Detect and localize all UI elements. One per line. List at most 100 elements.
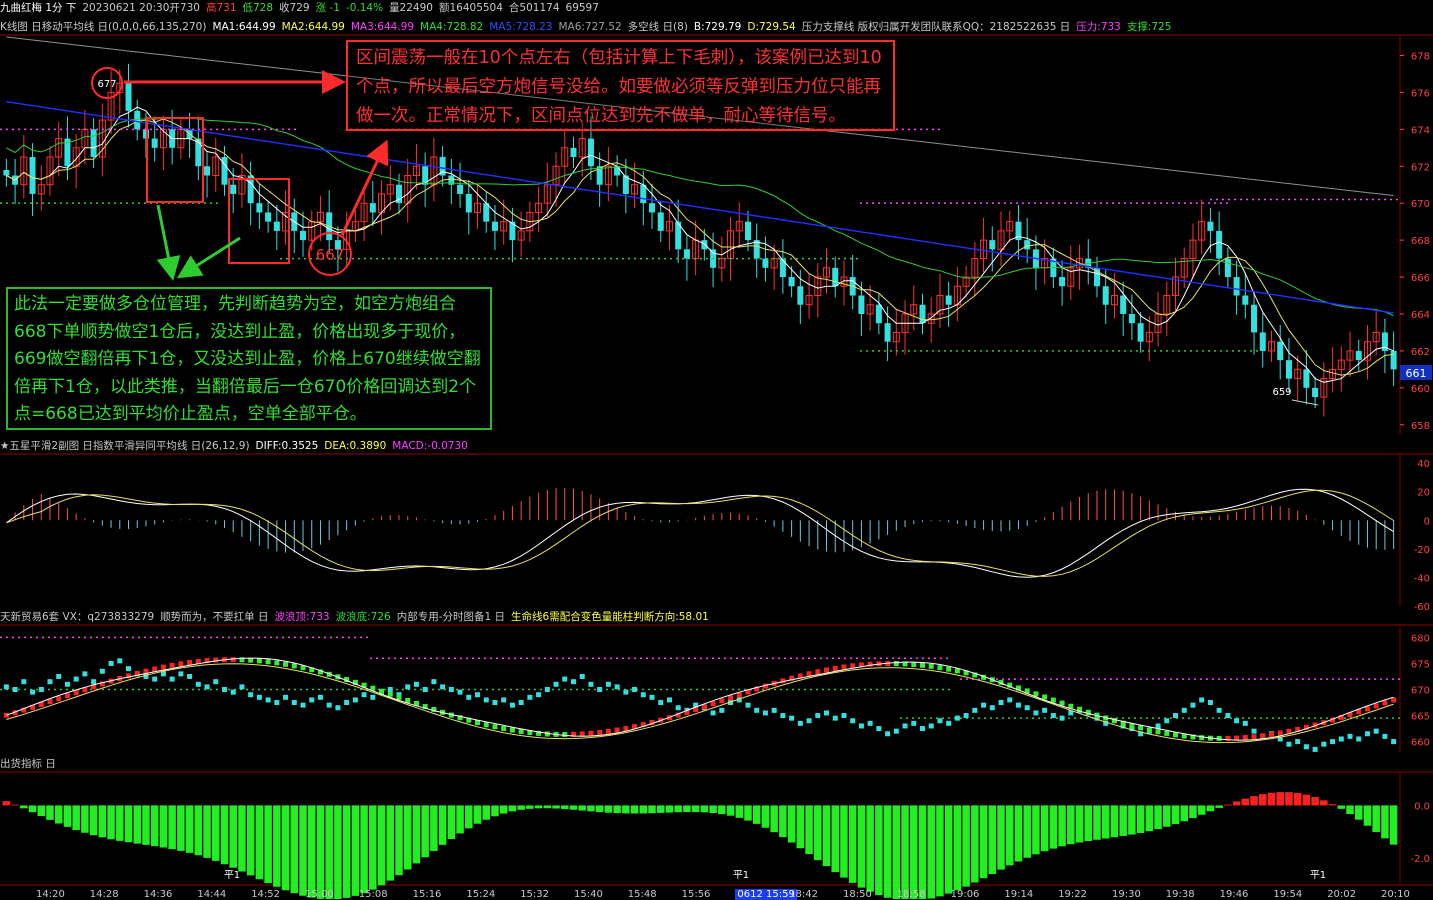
wave-dot: [937, 665, 943, 671]
wave-dot-cyan: [597, 687, 603, 692]
wave-dot: [1199, 735, 1205, 741]
wave-dot: [1173, 732, 1179, 738]
candle-body: [134, 110, 141, 130]
macd-axis-label: -20: [1414, 545, 1430, 556]
candle-body: [701, 240, 708, 250]
wave-dot-cyan: [562, 676, 568, 682]
candle-body: [1059, 277, 1066, 287]
candle-body: [491, 221, 498, 231]
wave-dot-cyan: [457, 689, 463, 695]
wave-dot: [597, 729, 603, 735]
wave-dot-cyan: [126, 666, 132, 672]
wave-dot-cyan: [413, 681, 419, 687]
wave-axis-label: 680: [1411, 633, 1430, 644]
ma-line-green: [6, 117, 1394, 317]
wave-dot: [291, 663, 297, 669]
ping-label-0: 平1: [224, 870, 240, 881]
wave-dot: [3, 712, 9, 718]
time-tick-22: 19:46: [1219, 889, 1249, 900]
time-tick-11: 15:48: [627, 889, 657, 900]
price-axis-label: 676: [1411, 88, 1430, 99]
candle-body: [3, 169, 10, 176]
wave-dot-cyan: [1216, 707, 1222, 713]
time-tick-15: 18:50: [843, 889, 872, 900]
macd-diff-line: [6, 488, 1394, 578]
candle-body: [1355, 350, 1362, 361]
wave-dot-cyan: [1164, 718, 1170, 724]
time-tick-20: 19:30: [1112, 889, 1141, 900]
wave-indicator-field-4: 内部专用-分时图备1 日: [396, 611, 506, 623]
wave-dot-cyan: [762, 710, 768, 716]
wave-axis-label: 670: [1411, 686, 1430, 697]
green-arrow-down: [156, 204, 181, 281]
wave-dot-cyan: [3, 684, 9, 690]
wave-axis-label: 665: [1411, 712, 1430, 723]
wave-dot-cyan: [309, 697, 315, 703]
candle-body: [1137, 323, 1144, 342]
time-tick-23: 19:54: [1273, 889, 1303, 900]
wave-dot-cyan: [632, 687, 638, 692]
wave-dot-cyan: [1382, 733, 1388, 739]
wave-dot-cyan: [527, 694, 533, 700]
wave-dot-cyan: [710, 710, 716, 716]
wave-indicator-title: 天新贸易6套 VX：q273833279 顺势而为，不要扛单 日波浪顶:733 波浪…: [0, 609, 1433, 625]
wave-dot: [1146, 727, 1152, 733]
candle-body: [779, 258, 786, 278]
macd-axis-label: -40: [1414, 573, 1430, 584]
time-tick-18: 19:14: [1004, 889, 1034, 900]
circle-667-label: 667: [316, 246, 345, 264]
wave-dot: [588, 730, 594, 736]
wave-dot-cyan: [719, 707, 725, 713]
candle-body: [657, 212, 664, 231]
red-annotation-note: 区间震荡一般在10个点左右（包括计算上下毛刺），该案例已达到10个点，所以最后空…: [346, 40, 895, 131]
macd-indicator-field-2: DEA:0.3890: [324, 440, 387, 452]
macd-indicator-title: ★五星平滑2副图 日指数平滑异同平均线 日(26,12,9) DIFF:0.352…: [0, 438, 1433, 454]
wave-dot-cyan: [1181, 707, 1187, 713]
wave-dot: [1382, 700, 1388, 706]
wave-dot: [1033, 691, 1039, 697]
wave-dot: [379, 688, 385, 694]
wave-dot: [1268, 731, 1274, 737]
time-tick-12: 15:56: [681, 889, 711, 900]
wave-dot-cyan: [1347, 733, 1353, 739]
macd-indicator-field-0: ★五星平滑2副图 日指数平滑异同平均线 日(26,12,9): [0, 440, 250, 452]
wave-indicator-field-0: 天新贸易6套 VX：q273833279: [0, 611, 155, 623]
time-tick-1: 14:28: [89, 889, 119, 900]
wave-dot-cyan: [21, 679, 27, 685]
macd-indicator-field-3: MACD:-0.0730: [392, 440, 468, 452]
wave-dot-cyan: [579, 673, 585, 679]
candle-body: [875, 304, 882, 324]
wave-dot-cyan: [902, 723, 908, 729]
low-price-pointer: [1291, 399, 1319, 406]
price-axis-label: 666: [1411, 273, 1430, 284]
wave-indicator-field-2: 波浪顶:733: [274, 611, 330, 623]
wave-dot-cyan: [91, 679, 97, 685]
wave-dot: [1138, 725, 1144, 731]
wave-dot-cyan: [483, 697, 489, 703]
wave-dot-cyan: [1391, 739, 1397, 745]
candle-body: [858, 295, 865, 314]
wave-dot: [710, 701, 716, 707]
wave-dot-cyan: [675, 705, 681, 711]
ping-label-2: 平1: [1310, 870, 1326, 881]
wave-dot-cyan: [1225, 713, 1231, 719]
wave-dot-cyan: [553, 681, 559, 687]
wave-dot-cyan: [335, 705, 341, 711]
candle-body: [884, 323, 891, 342]
wave-axis-label: 675: [1411, 659, 1430, 670]
wave-dot-cyan: [195, 681, 201, 687]
wave-dot-cyan: [754, 707, 760, 713]
wave-dot-cyan: [963, 713, 969, 719]
price-axis-label: 662: [1411, 347, 1430, 358]
wave-axis-label: 660: [1411, 738, 1430, 749]
candle-body: [762, 258, 769, 268]
wave-white-line: [6, 657, 1394, 741]
wave-indicator-field-3: 波浪底:726: [335, 611, 391, 623]
wave-dot: [1155, 729, 1161, 735]
time-tick-5: 15:00: [305, 889, 334, 900]
candle-body: [1128, 313, 1135, 324]
wave-dot: [160, 664, 166, 670]
wave-dot: [911, 661, 917, 667]
wave-dot-cyan: [38, 687, 44, 692]
wave-dot: [56, 696, 62, 702]
